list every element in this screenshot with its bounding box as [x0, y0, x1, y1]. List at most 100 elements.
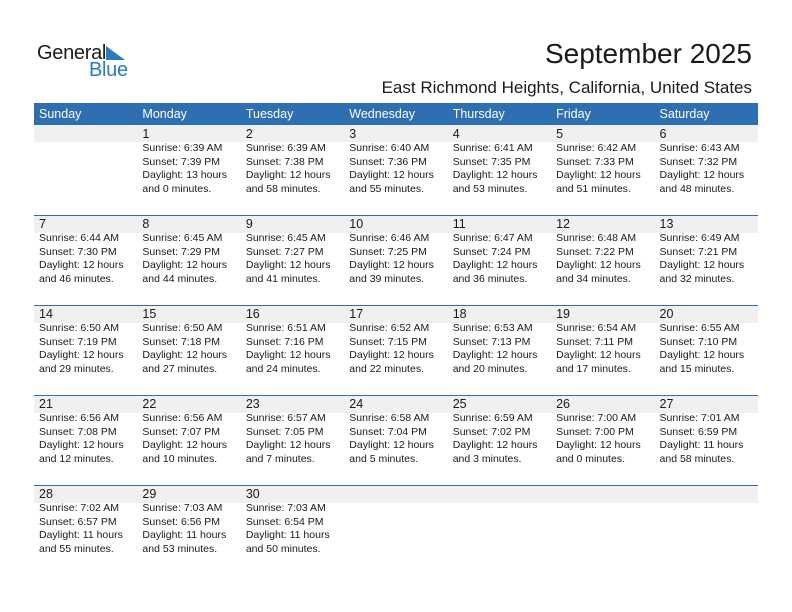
day-number: 12 [556, 217, 571, 231]
day-number: 6 [659, 127, 667, 141]
daylight-minutes-text: and 55 minutes. [349, 182, 424, 195]
sunset-text: Sunset: 6:56 PM [142, 515, 221, 528]
day-number: 17 [349, 307, 364, 321]
daylight-minutes-text: and 58 minutes. [245, 182, 321, 195]
day-number: 24 [349, 397, 364, 411]
sunrise-text: Sunrise: 7:03 AM [142, 502, 223, 514]
empty-day-cell [344, 485, 447, 556]
logo-blue-text: Blue [89, 59, 128, 81]
daylight-text: Daylight: 12 hours [349, 349, 434, 361]
sunrise-text: Sunrise: 7:00 AM [556, 412, 637, 424]
day-cell: 26 Sunrise: 7:00 AM Sunset: 7:00 PM Dayligh… [551, 395, 654, 466]
day-cell: 19 Sunrise: 6:54 AM Sunset: 7:11 PM Dayligh… [551, 305, 654, 376]
sunrise-text: Sunrise: 6:58 AM [349, 412, 430, 424]
sunset-text: Sunset: 7:39 PM [142, 155, 221, 168]
daylight-minutes-text: and 0 minutes. [142, 182, 212, 195]
empty-day-cell [655, 485, 758, 556]
sunrise-text: Sunrise: 6:54 AM [556, 322, 637, 334]
daylight-text: Daylight: 11 hours [142, 529, 227, 541]
day-cell: 4 Sunrise: 6:41 AM Sunset: 7:35 PM Daylight… [448, 125, 551, 196]
daylight-minutes-text: and 48 minutes. [659, 182, 735, 195]
daylight-minutes-text: and 34 minutes. [556, 272, 631, 285]
day-number: 26 [556, 397, 571, 411]
daylight-minutes-text: and 29 minutes. [39, 362, 114, 375]
sunrise-text: Sunrise: 6:40 AM [349, 142, 430, 154]
day-number: 18 [452, 307, 467, 321]
daylight-text: Daylight: 12 hours [142, 349, 228, 361]
daylight-minutes-text: and 32 minutes. [659, 272, 735, 285]
day-cell: 13 Sunrise: 6:49 AM Sunset: 7:21 PM Dayligh… [655, 215, 758, 286]
daylight-text: Daylight: 12 hours [556, 349, 641, 361]
day-number: 22 [142, 397, 157, 411]
sunset-text: Sunset: 7:35 PM [452, 155, 531, 168]
logo: General Blue [37, 42, 137, 82]
day-cell: 18 Sunrise: 6:53 AM Sunset: 7:13 PM Dayligh… [448, 305, 551, 376]
sunrise-text: Sunrise: 6:44 AM [39, 232, 119, 244]
day-number: 21 [39, 397, 53, 411]
sunset-text: Sunset: 7:10 PM [659, 335, 738, 348]
day-cell: 23 Sunrise: 6:57 AM Sunset: 7:05 PM Dayligh… [241, 395, 344, 466]
daylight-text: Daylight: 11 hours [659, 439, 744, 451]
day-number: 25 [452, 397, 467, 411]
sunrise-text: Sunrise: 6:39 AM [245, 142, 326, 154]
day-cell: 5 Sunrise: 6:42 AM Sunset: 7:33 PM Daylight… [551, 125, 654, 196]
daylight-text: Daylight: 12 hours [142, 259, 228, 271]
daylight-text: Daylight: 11 hours [39, 529, 123, 541]
day-number: 27 [659, 397, 674, 411]
daylight-text: Daylight: 12 hours [556, 169, 641, 181]
sunrise-text: Sunrise: 6:50 AM [39, 322, 119, 334]
daylight-minutes-text: and 17 minutes. [556, 362, 631, 375]
day-number: 16 [245, 307, 260, 321]
day-cell: 20 Sunrise: 6:55 AM Sunset: 7:10 PM Dayligh… [655, 305, 758, 376]
sunrise-text: Sunrise: 6:50 AM [142, 322, 223, 334]
sunrise-text: Sunrise: 6:47 AM [452, 232, 533, 244]
daylight-minutes-text: and 46 minutes. [39, 272, 114, 285]
day-cell: 1 Sunrise: 6:39 AM Sunset: 7:39 PM Daylight… [137, 125, 240, 196]
daylight-minutes-text: and 51 minutes. [556, 182, 631, 195]
day-number: 15 [142, 307, 157, 321]
daylight-text: Daylight: 12 hours [349, 169, 434, 181]
location-subtitle: East Richmond Heights, California, Unite… [381, 78, 752, 97]
daylight-minutes-text: and 10 minutes. [142, 452, 218, 465]
sunrise-text: Sunrise: 7:01 AM [659, 412, 740, 424]
daylight-minutes-text: and 0 minutes. [556, 452, 625, 465]
empty-day-cell [448, 485, 551, 556]
day-number: 7 [39, 217, 46, 231]
sunrise-text: Sunrise: 7:03 AM [245, 502, 326, 514]
sunset-text: Sunset: 7:27 PM [245, 245, 324, 258]
daylight-minutes-text: and 3 minutes. [452, 452, 522, 465]
daylight-minutes-text: and 50 minutes. [245, 542, 321, 555]
day-number: 5 [556, 127, 564, 141]
daylight-minutes-text: and 7 minutes. [245, 452, 315, 465]
sunrise-text: Sunrise: 6:42 AM [556, 142, 637, 154]
empty-day-cell [551, 485, 654, 556]
day-cell: 2 Sunrise: 6:39 AM Sunset: 7:38 PM Daylight… [241, 125, 344, 196]
sunrise-text: Sunrise: 6:49 AM [659, 232, 740, 244]
daylight-text: Daylight: 12 hours [39, 259, 124, 271]
weekday-thursday: Thursday [452, 107, 505, 121]
sunset-text: Sunset: 7:00 PM [556, 425, 634, 438]
day-number: 9 [245, 217, 253, 231]
sunrise-text: Sunrise: 7:02 AM [39, 502, 119, 514]
sunset-text: Sunset: 7:33 PM [556, 155, 634, 168]
daylight-text: Daylight: 12 hours [452, 169, 538, 181]
sunset-text: Sunset: 7:11 PM [556, 335, 633, 348]
day-cell: 22 Sunrise: 6:56 AM Sunset: 7:07 PM Dayligh… [137, 395, 240, 466]
day-cell: 29 Sunrise: 7:03 AM Sunset: 6:56 PM Dayligh… [137, 485, 240, 556]
day-cell: 16 Sunrise: 6:51 AM Sunset: 7:16 PM Dayligh… [241, 305, 344, 376]
daylight-minutes-text: and 36 minutes. [452, 272, 528, 285]
daylight-text: Daylight: 12 hours [245, 169, 331, 181]
day-cell: 3 Sunrise: 6:40 AM Sunset: 7:36 PM Daylight… [344, 125, 447, 196]
sunset-text: Sunset: 7:02 PM [452, 425, 531, 438]
month-title: September 2025 [544, 38, 752, 69]
day-cell: 17 Sunrise: 6:52 AM Sunset: 7:15 PM Dayligh… [344, 305, 447, 376]
day-number: 4 [452, 127, 460, 141]
day-number: 30 [245, 487, 260, 501]
sunset-text: Sunset: 7:36 PM [349, 155, 427, 168]
daylight-text: Daylight: 12 hours [245, 349, 331, 361]
calendar: Sunday Monday Tuesday Wednesday Thursday… [34, 103, 758, 575]
day-number: 28 [39, 487, 53, 501]
daylight-minutes-text: and 55 minutes. [39, 542, 114, 555]
daylight-minutes-text: and 41 minutes. [245, 272, 321, 285]
sunset-text: Sunset: 7:07 PM [142, 425, 221, 438]
